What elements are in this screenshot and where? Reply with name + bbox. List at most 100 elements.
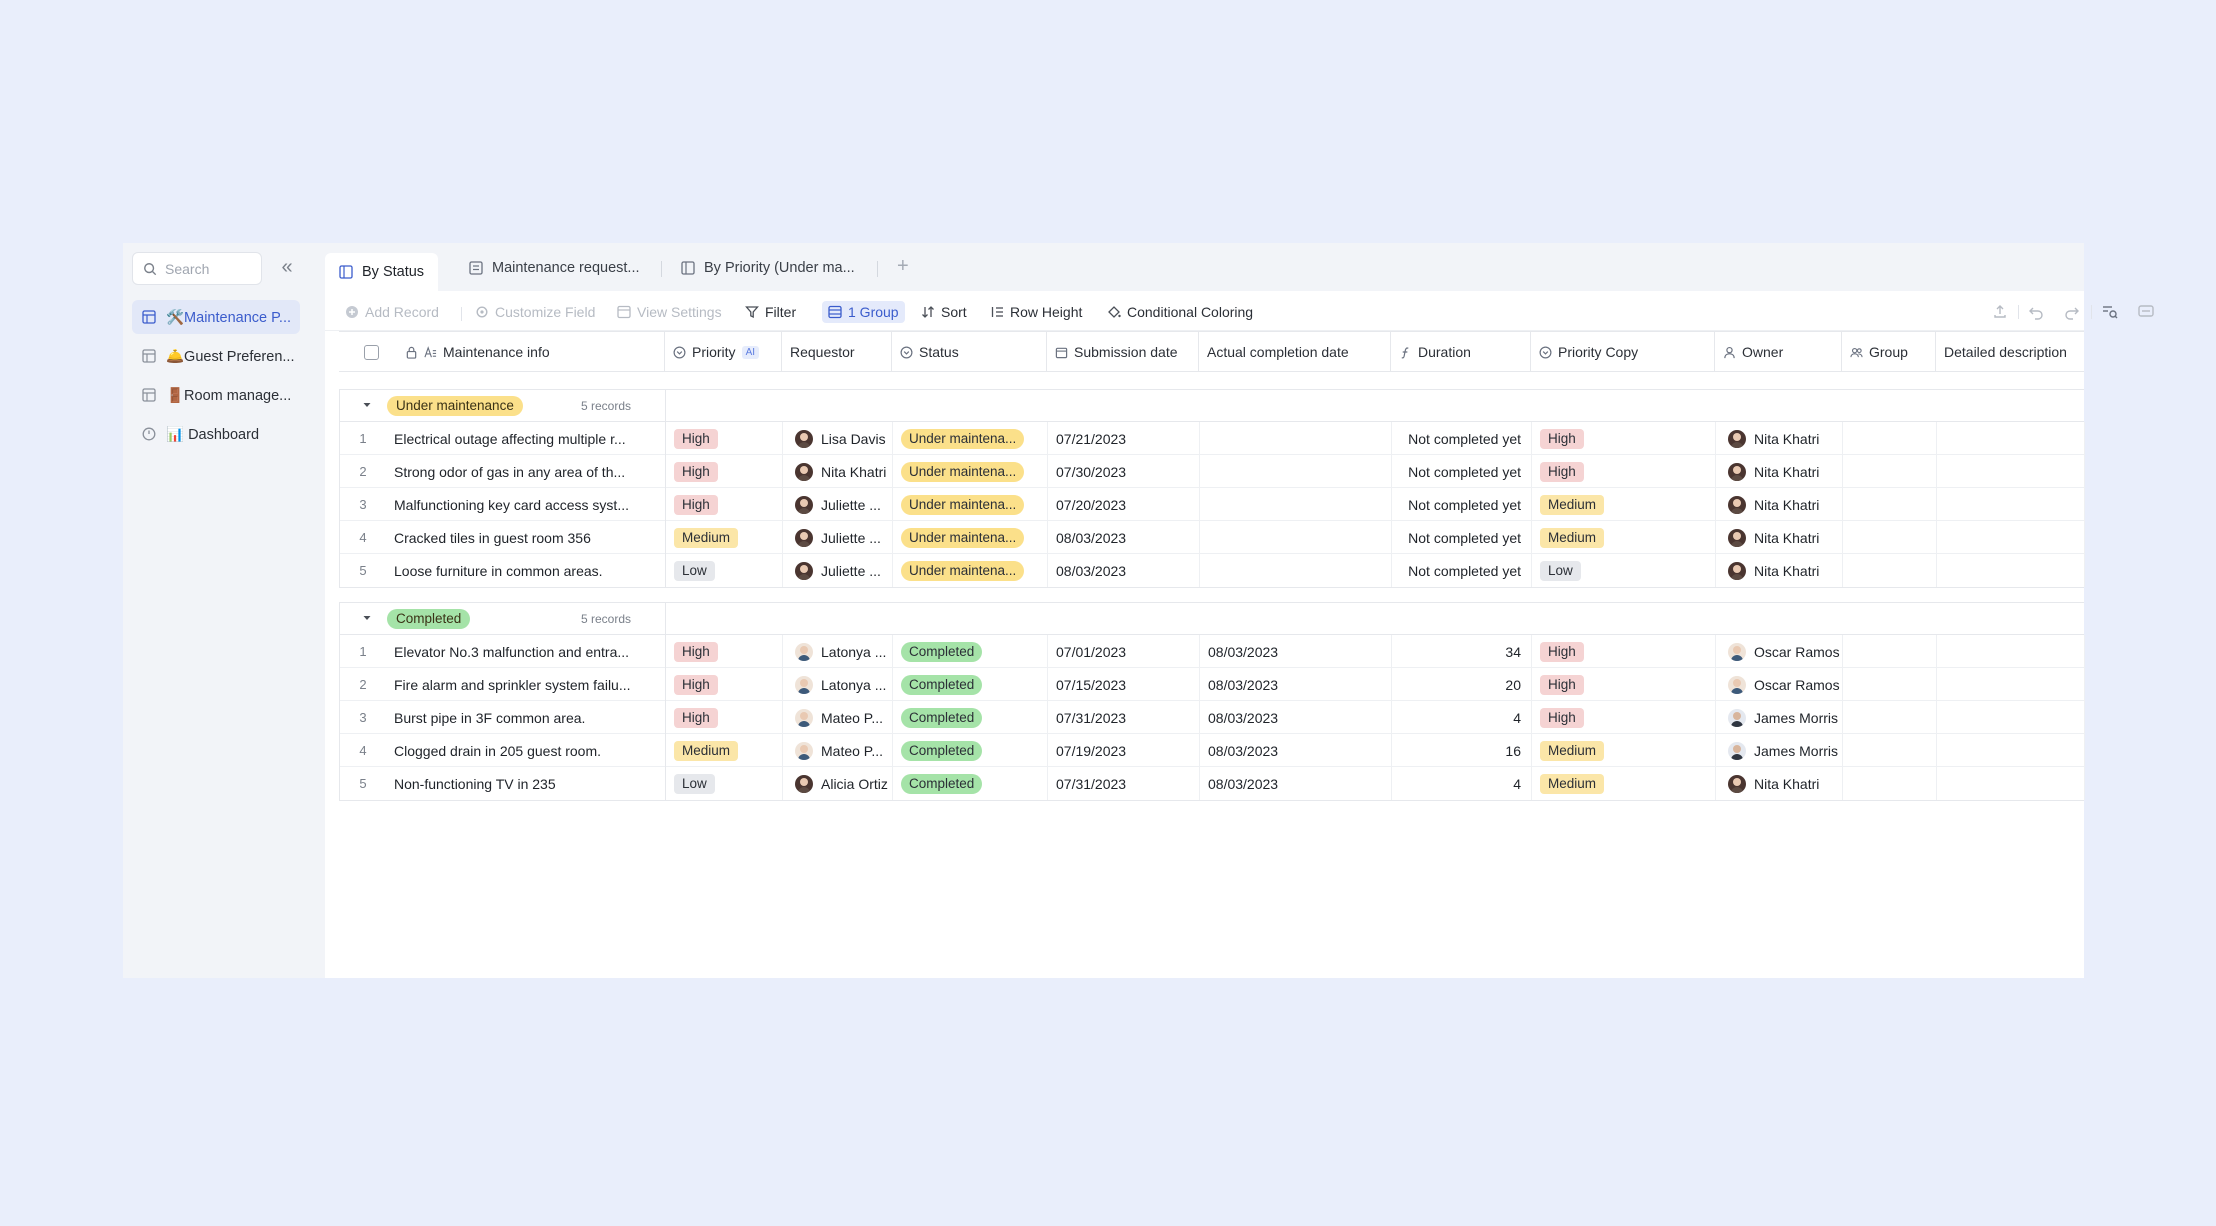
cell-priority-copy[interactable]: Low xyxy=(1532,554,1716,587)
customize-field-button[interactable]: Customize Field xyxy=(475,301,595,323)
cell-owner[interactable]: Nita Khatri xyxy=(1716,422,1843,455)
cell-desc[interactable] xyxy=(1937,767,2085,800)
column-header-actual-completion-date[interactable]: Actual completion date xyxy=(1199,332,1391,372)
cell-desc[interactable] xyxy=(1937,635,2085,668)
cell-desc[interactable] xyxy=(1937,734,2085,767)
cell-submission[interactable]: 07/21/2023 xyxy=(1048,422,1200,455)
search-input[interactable]: Search xyxy=(132,252,262,285)
cell-status[interactable]: Completed xyxy=(893,701,1048,734)
sidebar-item-room-management[interactable]: 🚪Room manage... xyxy=(132,378,300,412)
cell-submission[interactable]: 07/19/2023 xyxy=(1048,734,1200,767)
cell-status[interactable]: Under maintena... xyxy=(893,422,1048,455)
cell-completion[interactable]: 08/03/2023 xyxy=(1200,734,1392,767)
table-row[interactable]: 5 Non-functioning TV in 235 Low Alicia Orti… xyxy=(340,767,2085,800)
cell-duration[interactable]: Not completed yet xyxy=(1392,488,1532,521)
cell-owner[interactable]: Nita Khatri xyxy=(1716,521,1843,554)
cell-desc[interactable] xyxy=(1937,455,2085,488)
caret-down-icon[interactable] xyxy=(362,613,372,623)
cell-requestor[interactable]: Alicia Ortiz xyxy=(783,767,893,800)
cell-priority-copy[interactable]: High xyxy=(1532,455,1716,488)
cell-owner[interactable]: Oscar Ramos xyxy=(1716,668,1843,701)
cell-priority[interactable]: High xyxy=(666,668,783,701)
cell-requestor[interactable]: Lisa Davis xyxy=(783,422,893,455)
row-height-button[interactable]: Row Height xyxy=(990,301,1082,323)
tab-maintenance-request[interactable]: Maintenance request... xyxy=(455,252,654,284)
filter-button[interactable]: Filter xyxy=(745,301,796,323)
cell-completion[interactable]: 08/03/2023 xyxy=(1200,668,1392,701)
cell-duration[interactable]: Not completed yet xyxy=(1392,521,1532,554)
cell-completion[interactable]: 08/03/2023 xyxy=(1200,635,1392,668)
sidebar-item-maintenance[interactable]: 🛠️Maintenance P... xyxy=(132,300,300,334)
cell-submission[interactable]: 07/31/2023 xyxy=(1048,701,1200,734)
cell-owner[interactable]: Nita Khatri xyxy=(1716,488,1843,521)
cell-priority-copy[interactable]: Medium xyxy=(1532,734,1716,767)
cell-status[interactable]: Completed xyxy=(893,668,1048,701)
table-row[interactable]: 5 Loose furniture in common areas. Low Juli… xyxy=(340,554,2085,587)
tab-by-status[interactable]: By Status xyxy=(325,253,439,291)
column-header-status[interactable]: Status xyxy=(892,332,1047,372)
cell-completion[interactable] xyxy=(1200,554,1392,587)
cell-priority-copy[interactable]: High xyxy=(1532,635,1716,668)
cell-priority-copy[interactable]: Medium xyxy=(1532,488,1716,521)
column-header-maintenance-info[interactable]: Maintenance info xyxy=(339,332,665,372)
cell-group[interactable] xyxy=(1843,701,1937,734)
table-row[interactable]: 4 Clogged drain in 205 guest room. Medium M… xyxy=(340,734,2085,767)
table-row[interactable]: 4 Cracked tiles in guest room 356 Medium Ju… xyxy=(340,521,2085,554)
table-row[interactable]: 3 Malfunctioning key card access syst... H… xyxy=(340,488,2085,521)
cell-duration[interactable]: Not completed yet xyxy=(1392,422,1532,455)
cell-priority-copy[interactable]: Medium xyxy=(1532,521,1716,554)
cell-requestor[interactable]: Mateo P... xyxy=(783,734,893,767)
cell-group[interactable] xyxy=(1843,668,1937,701)
cell-owner[interactable]: James Morris xyxy=(1716,734,1843,767)
cell-completion[interactable] xyxy=(1200,422,1392,455)
cell-priority[interactable]: High xyxy=(666,422,783,455)
cell-group[interactable] xyxy=(1843,635,1937,668)
cell-completion[interactable] xyxy=(1200,488,1392,521)
cell-info[interactable]: Malfunctioning key card access syst... xyxy=(386,488,666,521)
cell-info[interactable]: Burst pipe in 3F common area. xyxy=(386,701,666,734)
cell-submission[interactable]: 07/31/2023 xyxy=(1048,767,1200,800)
cell-info[interactable]: Loose furniture in common areas. xyxy=(386,554,666,587)
cell-owner[interactable]: Nita Khatri xyxy=(1716,767,1843,800)
cell-desc[interactable] xyxy=(1937,521,2085,554)
group-header[interactable]: Under maintenance 5 records xyxy=(340,390,2084,422)
cell-priority-copy[interactable]: High xyxy=(1532,422,1716,455)
add-view-icon[interactable]: + xyxy=(897,255,909,278)
cell-status[interactable]: Completed xyxy=(893,734,1048,767)
cell-group[interactable] xyxy=(1843,488,1937,521)
cell-group[interactable] xyxy=(1843,767,1937,800)
cell-desc[interactable] xyxy=(1937,488,2085,521)
cell-completion[interactable] xyxy=(1200,521,1392,554)
cell-requestor[interactable]: Latonya ... xyxy=(783,668,893,701)
cell-submission[interactable]: 08/03/2023 xyxy=(1048,554,1200,587)
cell-info[interactable]: Fire alarm and sprinkler system failu... xyxy=(386,668,666,701)
tab-by-priority[interactable]: By Priority (Under ma... xyxy=(667,252,869,284)
cell-duration[interactable]: 4 xyxy=(1392,767,1532,800)
cell-status[interactable]: Under maintena... xyxy=(893,455,1048,488)
cell-requestor[interactable]: Juliette ... xyxy=(783,521,893,554)
sort-button[interactable]: Sort xyxy=(921,301,967,323)
column-header-priority[interactable]: Priority AI xyxy=(665,332,782,372)
cell-requestor[interactable]: Mateo P... xyxy=(783,701,893,734)
cell-requestor[interactable]: Juliette ... xyxy=(783,488,893,521)
cell-duration[interactable]: Not completed yet xyxy=(1392,554,1532,587)
comment-icon[interactable] xyxy=(2137,303,2155,321)
table-row[interactable]: 2 Fire alarm and sprinkler system failu..… xyxy=(340,668,2085,701)
sidebar-item-guest-preferences[interactable]: 🛎️Guest Preferen... xyxy=(132,339,300,373)
cell-submission[interactable]: 07/20/2023 xyxy=(1048,488,1200,521)
cell-priority-copy[interactable]: High xyxy=(1532,668,1716,701)
cell-duration[interactable]: Not completed yet xyxy=(1392,455,1532,488)
redo-icon[interactable] xyxy=(2063,303,2081,321)
cell-status[interactable]: Completed xyxy=(893,635,1048,668)
cell-submission[interactable]: 07/01/2023 xyxy=(1048,635,1200,668)
column-header-submission-date[interactable]: Submission date xyxy=(1047,332,1199,372)
cell-duration[interactable]: 16 xyxy=(1392,734,1532,767)
collapse-sidebar-icon[interactable]: « xyxy=(275,255,299,279)
table-row[interactable]: 1 Electrical outage affecting multiple r.… xyxy=(340,422,2085,455)
cell-group[interactable] xyxy=(1843,554,1937,587)
cell-info[interactable]: Electrical outage affecting multiple r..… xyxy=(386,422,666,455)
undo-icon[interactable] xyxy=(2027,303,2045,321)
cell-desc[interactable] xyxy=(1937,668,2085,701)
cell-priority-copy[interactable]: High xyxy=(1532,701,1716,734)
cell-requestor[interactable]: Latonya ... xyxy=(783,635,893,668)
